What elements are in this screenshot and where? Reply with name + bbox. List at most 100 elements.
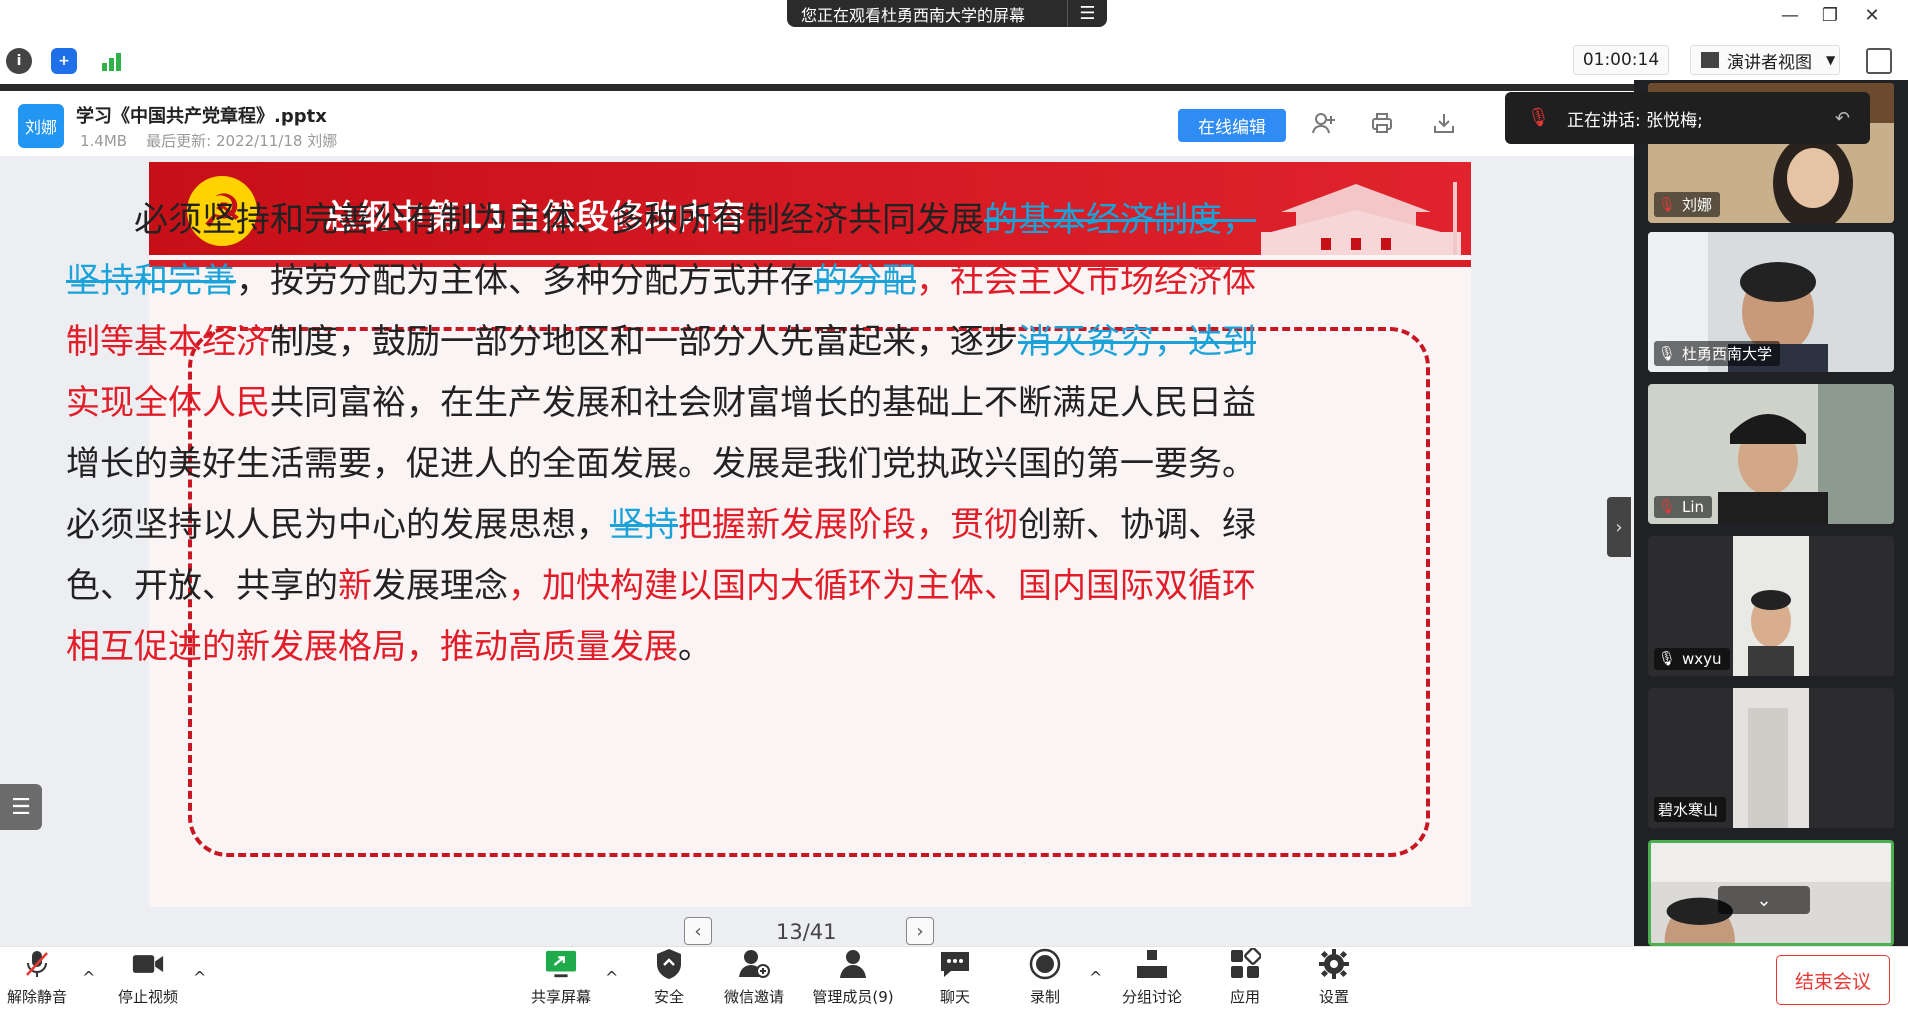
participant-name: wxyu	[1682, 650, 1722, 668]
next-page-button[interactable]: ›	[906, 917, 934, 945]
signal-icon[interactable]	[99, 48, 125, 74]
revised-text-run: 实现全体人民	[66, 383, 270, 423]
mic-icon: 🎙	[1658, 345, 1676, 362]
manage-members-button[interactable]: 管理成员(9)	[808, 946, 898, 1011]
outline-list-icon[interactable]: ☰	[0, 784, 42, 830]
scroll-participants-down-icon[interactable]: ⌄	[1718, 886, 1810, 914]
online-edit-button[interactable]: 在线编辑	[1178, 109, 1286, 142]
wechat-invite-label: 微信邀请	[723, 988, 784, 1006]
deleted-text-run: 消灭贫穷，达到	[1018, 322, 1256, 362]
shield-icon[interactable]: +	[51, 48, 77, 74]
previous-page-button[interactable]: ‹	[684, 917, 712, 945]
breakout-rooms-icon	[1136, 948, 1168, 980]
share-screen-button[interactable]: 共享屏幕	[522, 946, 600, 1011]
participant-name: Lin	[1682, 498, 1705, 516]
members-icon	[837, 948, 869, 980]
revised-text-run: 把握新发展阶段，贯彻	[678, 505, 1018, 545]
record-icon	[1029, 948, 1061, 980]
share-notice-text: 您正在观看杜勇西南大学的屏幕	[801, 5, 1026, 25]
share-screen-icon	[545, 948, 577, 980]
wechat-invite-button[interactable]: 微信邀请	[718, 946, 790, 1011]
participant-name-tag: 碧水寒山	[1654, 797, 1727, 822]
gear-icon	[1318, 948, 1350, 980]
tiananmen-gate-icon	[1261, 182, 1461, 255]
participant-tile[interactable]: 🎙 Lin	[1648, 384, 1894, 524]
collapse-panel-icon[interactable]: ›	[1607, 497, 1631, 557]
share-menu-icon[interactable]: ☰	[1067, 0, 1107, 27]
record-label: 录制	[1029, 988, 1060, 1006]
audio-options-caret-icon[interactable]: ^	[82, 968, 95, 987]
breakout-rooms-label: 分组讨论	[1121, 988, 1182, 1006]
slide-body-text: 必须坚持和完善公有制为主体、多种所有制经济共同发展的基本经济制度，坚持和完善，按…	[66, 190, 1256, 678]
print-icon[interactable]	[1368, 110, 1396, 136]
record-options-caret-icon[interactable]: ^	[1089, 968, 1102, 987]
file-meta: 1.4MB 最后更新: 2022/11/18 刘娜	[80, 132, 338, 150]
info-icon[interactable]: i	[6, 48, 32, 74]
participant-name-tag: 🎙 杜勇西南大学	[1654, 341, 1781, 366]
participant-name-tag: 🎙 wxyu	[1654, 648, 1730, 670]
record-button[interactable]: 录制	[1020, 946, 1070, 1011]
video-camera-icon	[132, 948, 164, 980]
apps-button[interactable]: 应用	[1220, 946, 1270, 1011]
participant-tile[interactable]: 🎙 杜勇西南大学	[1648, 232, 1894, 372]
add-user-icon	[738, 948, 770, 980]
participant-name-tag: 🎙 Lin	[1654, 496, 1713, 518]
share-options-caret-icon[interactable]: ^	[605, 968, 618, 987]
fullscreen-icon[interactable]	[1866, 48, 1892, 74]
screen-share-notice[interactable]: 您正在观看杜勇西南大学的屏幕 ☰	[787, 0, 1107, 27]
back-arrow-icon[interactable]: ↶	[1835, 108, 1850, 129]
unmute-label: 解除静音	[6, 988, 67, 1006]
file-name: 学习《中国共产党章程》.pptx	[76, 106, 327, 127]
deleted-text-run: 坚持	[610, 505, 678, 545]
share-divider	[0, 84, 1650, 91]
participant-name-tag: 🎙 刘娜	[1654, 192, 1721, 217]
video-options-caret-icon[interactable]: ^	[193, 968, 206, 987]
original-text-run: ，按劳分配为主体、多种分配方式并存	[236, 261, 814, 301]
chat-bubble-icon	[939, 948, 971, 980]
original-text-run: 制度，鼓励一部分地区和一部分人先富起来，逐步	[270, 322, 1018, 362]
muted-mic-icon: 🎙	[1658, 499, 1676, 515]
participant-name: 杜勇西南大学	[1682, 345, 1773, 363]
original-text-run: 必须坚持和完善公有制为主体、多种所有制经济共同发展	[134, 200, 984, 240]
stop-video-button[interactable]: 停止视频	[110, 946, 186, 1011]
active-speaker-label: 正在讲话: 张悦梅;	[1567, 110, 1703, 131]
apps-icon	[1229, 948, 1261, 980]
active-speaker-banner: 🎙 正在讲话: 张悦梅; ↶	[1505, 92, 1870, 144]
shield-icon	[653, 948, 685, 980]
minimize-button[interactable]: —	[1770, 2, 1810, 28]
view-mode-button[interactable]: 演讲者视图 ▼	[1690, 45, 1840, 75]
download-icon[interactable]	[1430, 110, 1458, 136]
stop-video-label: 停止视频	[117, 988, 178, 1006]
chevron-down-icon: ▼	[1826, 53, 1836, 67]
speaker-view-icon	[1701, 52, 1719, 68]
mic-icon: 🎙	[1658, 651, 1676, 667]
add-collaborator-icon[interactable]	[1310, 110, 1338, 136]
share-screen-label: 共享屏幕	[530, 988, 591, 1006]
revised-text-run: 新	[338, 566, 372, 606]
manage-members-label: 管理成员(9)	[812, 988, 894, 1006]
page-indicator: 13/41	[776, 920, 837, 944]
meeting-timer: 01:00:14	[1573, 45, 1669, 75]
deleted-text-run: 的分配	[814, 261, 916, 301]
participant-tile[interactable]: 🎙 wxyu	[1648, 536, 1894, 676]
muted-mic-icon: 🎙	[1658, 196, 1676, 213]
apps-label: 应用	[1229, 988, 1260, 1006]
view-mode-label: 演讲者视图	[1727, 52, 1812, 73]
chat-button[interactable]: 聊天	[930, 946, 980, 1011]
settings-label: 设置	[1318, 988, 1349, 1006]
owner-avatar: 刘娜	[18, 104, 64, 148]
close-button[interactable]: ✕	[1852, 2, 1892, 28]
end-meeting-button[interactable]: 结束会议	[1776, 955, 1890, 1005]
original-text-run: 发展理念	[372, 566, 508, 606]
restore-button[interactable]: ❐	[1810, 2, 1850, 28]
participant-tile[interactable]: 碧水寒山	[1648, 688, 1894, 828]
security-button[interactable]: 安全	[644, 946, 694, 1011]
unmute-button[interactable]: 解除静音	[4, 946, 70, 1011]
muted-mic-icon	[21, 948, 53, 980]
original-text-run: 。	[678, 627, 712, 667]
muted-mic-icon: 🎙	[1527, 107, 1550, 128]
chat-label: 聊天	[939, 988, 970, 1006]
security-label: 安全	[653, 988, 684, 1006]
settings-button[interactable]: 设置	[1309, 946, 1359, 1011]
breakout-rooms-button[interactable]: 分组讨论	[1114, 946, 1190, 1011]
